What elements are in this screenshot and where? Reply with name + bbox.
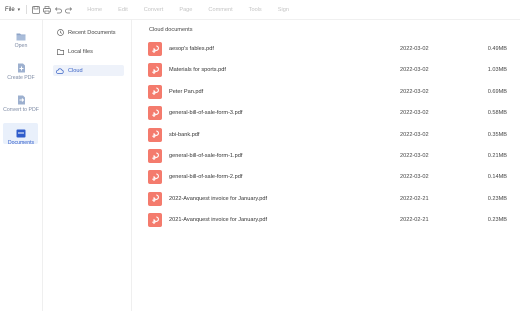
menu-page[interactable]: Page <box>179 7 192 13</box>
file-name: general-bill-of-sale-form-3.pdf <box>169 110 243 117</box>
rail-item-create-pdf[interactable]: Create PDF <box>0 63 42 81</box>
nav-item-label: Recent Documents <box>68 29 116 36</box>
file-row[interactable]: Peter Pan.pdf 2022-03-02 0.69MB <box>142 82 514 103</box>
file-date: 2022-03-02 <box>400 110 429 117</box>
pdf-file-icon <box>148 191 162 206</box>
folder-icon <box>16 31 26 41</box>
section-title: Cloud documents <box>149 27 193 33</box>
nav-item-cloud[interactable]: Cloud <box>53 65 124 76</box>
main-menu: Home Edit Convert Page Comment Tools Sig… <box>87 7 305 13</box>
nav-item-label: Local files <box>68 48 93 55</box>
nav-item-label: Cloud <box>68 67 83 74</box>
file-size: 0.23MB <box>487 217 507 224</box>
cloud-icon <box>56 67 64 75</box>
pdf-file-icon <box>148 42 162 56</box>
undo-icon[interactable] <box>53 5 62 14</box>
pdf-file-icon <box>148 170 162 185</box>
pdf-file-icon <box>148 127 162 142</box>
cloud-documents-panel: Cloud documents aesop's fables.pdf 2022-0… <box>142 19 520 311</box>
menu-home[interactable]: Home <box>87 7 102 13</box>
file-name: Materials for sports.pdf <box>169 67 226 74</box>
file-name: 2022-Avanquest invoice for January.pdf <box>169 195 268 202</box>
nav-item-recent-documents[interactable]: Recent Documents <box>53 27 124 38</box>
menu-comment[interactable]: Comment <box>208 7 232 13</box>
file-date: 2022-03-02 <box>400 88 429 95</box>
left-rail: Open Create PDF Convert to PDF Documents <box>0 19 43 311</box>
file-date: 2022-03-02 <box>400 67 429 74</box>
create-pdf-icon <box>16 63 26 73</box>
file-name: aesop's fables.pdf <box>169 46 214 52</box>
redo-icon[interactable] <box>64 5 73 14</box>
file-size: 0.49MB <box>487 46 507 52</box>
file-date: 2022-03-02 <box>400 131 429 138</box>
rail-item-label: Convert to PDF <box>3 107 39 113</box>
file-name: sbi-bank.pdf <box>169 131 200 138</box>
file-menu[interactable]: File ▾ <box>5 7 20 13</box>
file-date: 2022-02-21 <box>400 217 429 224</box>
file-row[interactable]: 2021-Avanquest invoice for January.pdf 20… <box>142 210 514 231</box>
file-size: 0.58MB <box>487 110 507 117</box>
file-size: 0.35MB <box>487 131 507 138</box>
file-row[interactable]: Materials for sports.pdf 2022-03-02 1.03MB <box>142 60 514 81</box>
file-menu-label: File <box>5 6 15 13</box>
menu-sign[interactable]: Sign <box>278 7 289 13</box>
rail-item-convert-to-pdf[interactable]: Convert to PDF <box>0 95 42 113</box>
toolbar-divider <box>26 5 28 14</box>
pdf-file-icon <box>148 149 162 163</box>
file-name: general-bill-of-sale-form-2.pdf <box>169 174 243 181</box>
file-row[interactable]: general-bill-of-sale-form-1.pdf 2022-03-0… <box>142 146 514 167</box>
documents-nav: Recent Documents Local files Cloud <box>47 19 132 311</box>
file-row[interactable]: general-bill-of-sale-form-2.pdf 2022-03-0… <box>142 167 514 188</box>
file-size: 0.21MB <box>487 153 507 159</box>
file-date: 2022-02-21 <box>400 195 429 202</box>
rail-item-documents[interactable]: Documents <box>0 123 42 146</box>
pdf-file-icon <box>148 63 162 78</box>
pdf-file-icon <box>148 84 162 99</box>
file-row[interactable]: 2022-Avanquest invoice for January.pdf 20… <box>142 189 514 210</box>
file-row[interactable]: sbi-bank.pdf 2022-03-02 0.35MB <box>142 125 514 146</box>
save-icon[interactable] <box>31 5 40 14</box>
file-name: 2021-Avanquest invoice for January.pdf <box>169 217 268 224</box>
file-row[interactable]: aesop's fables.pdf 2022-03-02 0.49MB <box>142 39 514 60</box>
file-date: 2022-03-02 <box>400 174 429 181</box>
print-icon[interactable] <box>42 5 51 14</box>
nav-item-local-files[interactable]: Local files <box>53 46 124 57</box>
file-size: 0.23MB <box>487 195 507 202</box>
rail-item-label: Create PDF <box>7 75 35 81</box>
rail-item-open[interactable]: Open <box>0 31 42 49</box>
menu-edit[interactable]: Edit <box>118 7 128 13</box>
pdf-file-icon <box>148 213 162 228</box>
file-date: 2022-03-02 <box>400 46 429 52</box>
rail-item-label: Open <box>14 43 28 49</box>
convert-pdf-icon <box>16 95 26 105</box>
clock-icon <box>56 29 64 37</box>
file-size: 0.69MB <box>487 88 507 95</box>
file-size: 1.03MB <box>487 67 507 74</box>
file-name: general-bill-of-sale-form-1.pdf <box>169 153 243 159</box>
file-row[interactable]: general-bill-of-sale-form-3.pdf 2022-03-0… <box>142 103 514 124</box>
chevron-down-icon: ▾ <box>17 6 21 13</box>
file-size: 0.14MB <box>487 174 507 181</box>
file-name: Peter Pan.pdf <box>169 88 204 95</box>
menu-convert[interactable]: Convert <box>144 7 164 13</box>
file-date: 2022-03-02 <box>400 153 429 159</box>
documents-icon <box>16 128 26 138</box>
menu-tools[interactable]: Tools <box>249 7 262 13</box>
rail-item-label: Documents <box>7 140 35 146</box>
pdf-file-icon <box>148 106 162 121</box>
folder-icon <box>56 48 64 56</box>
top-toolbar: File ▾ Home Edit Convert Page Comment To… <box>0 0 520 20</box>
